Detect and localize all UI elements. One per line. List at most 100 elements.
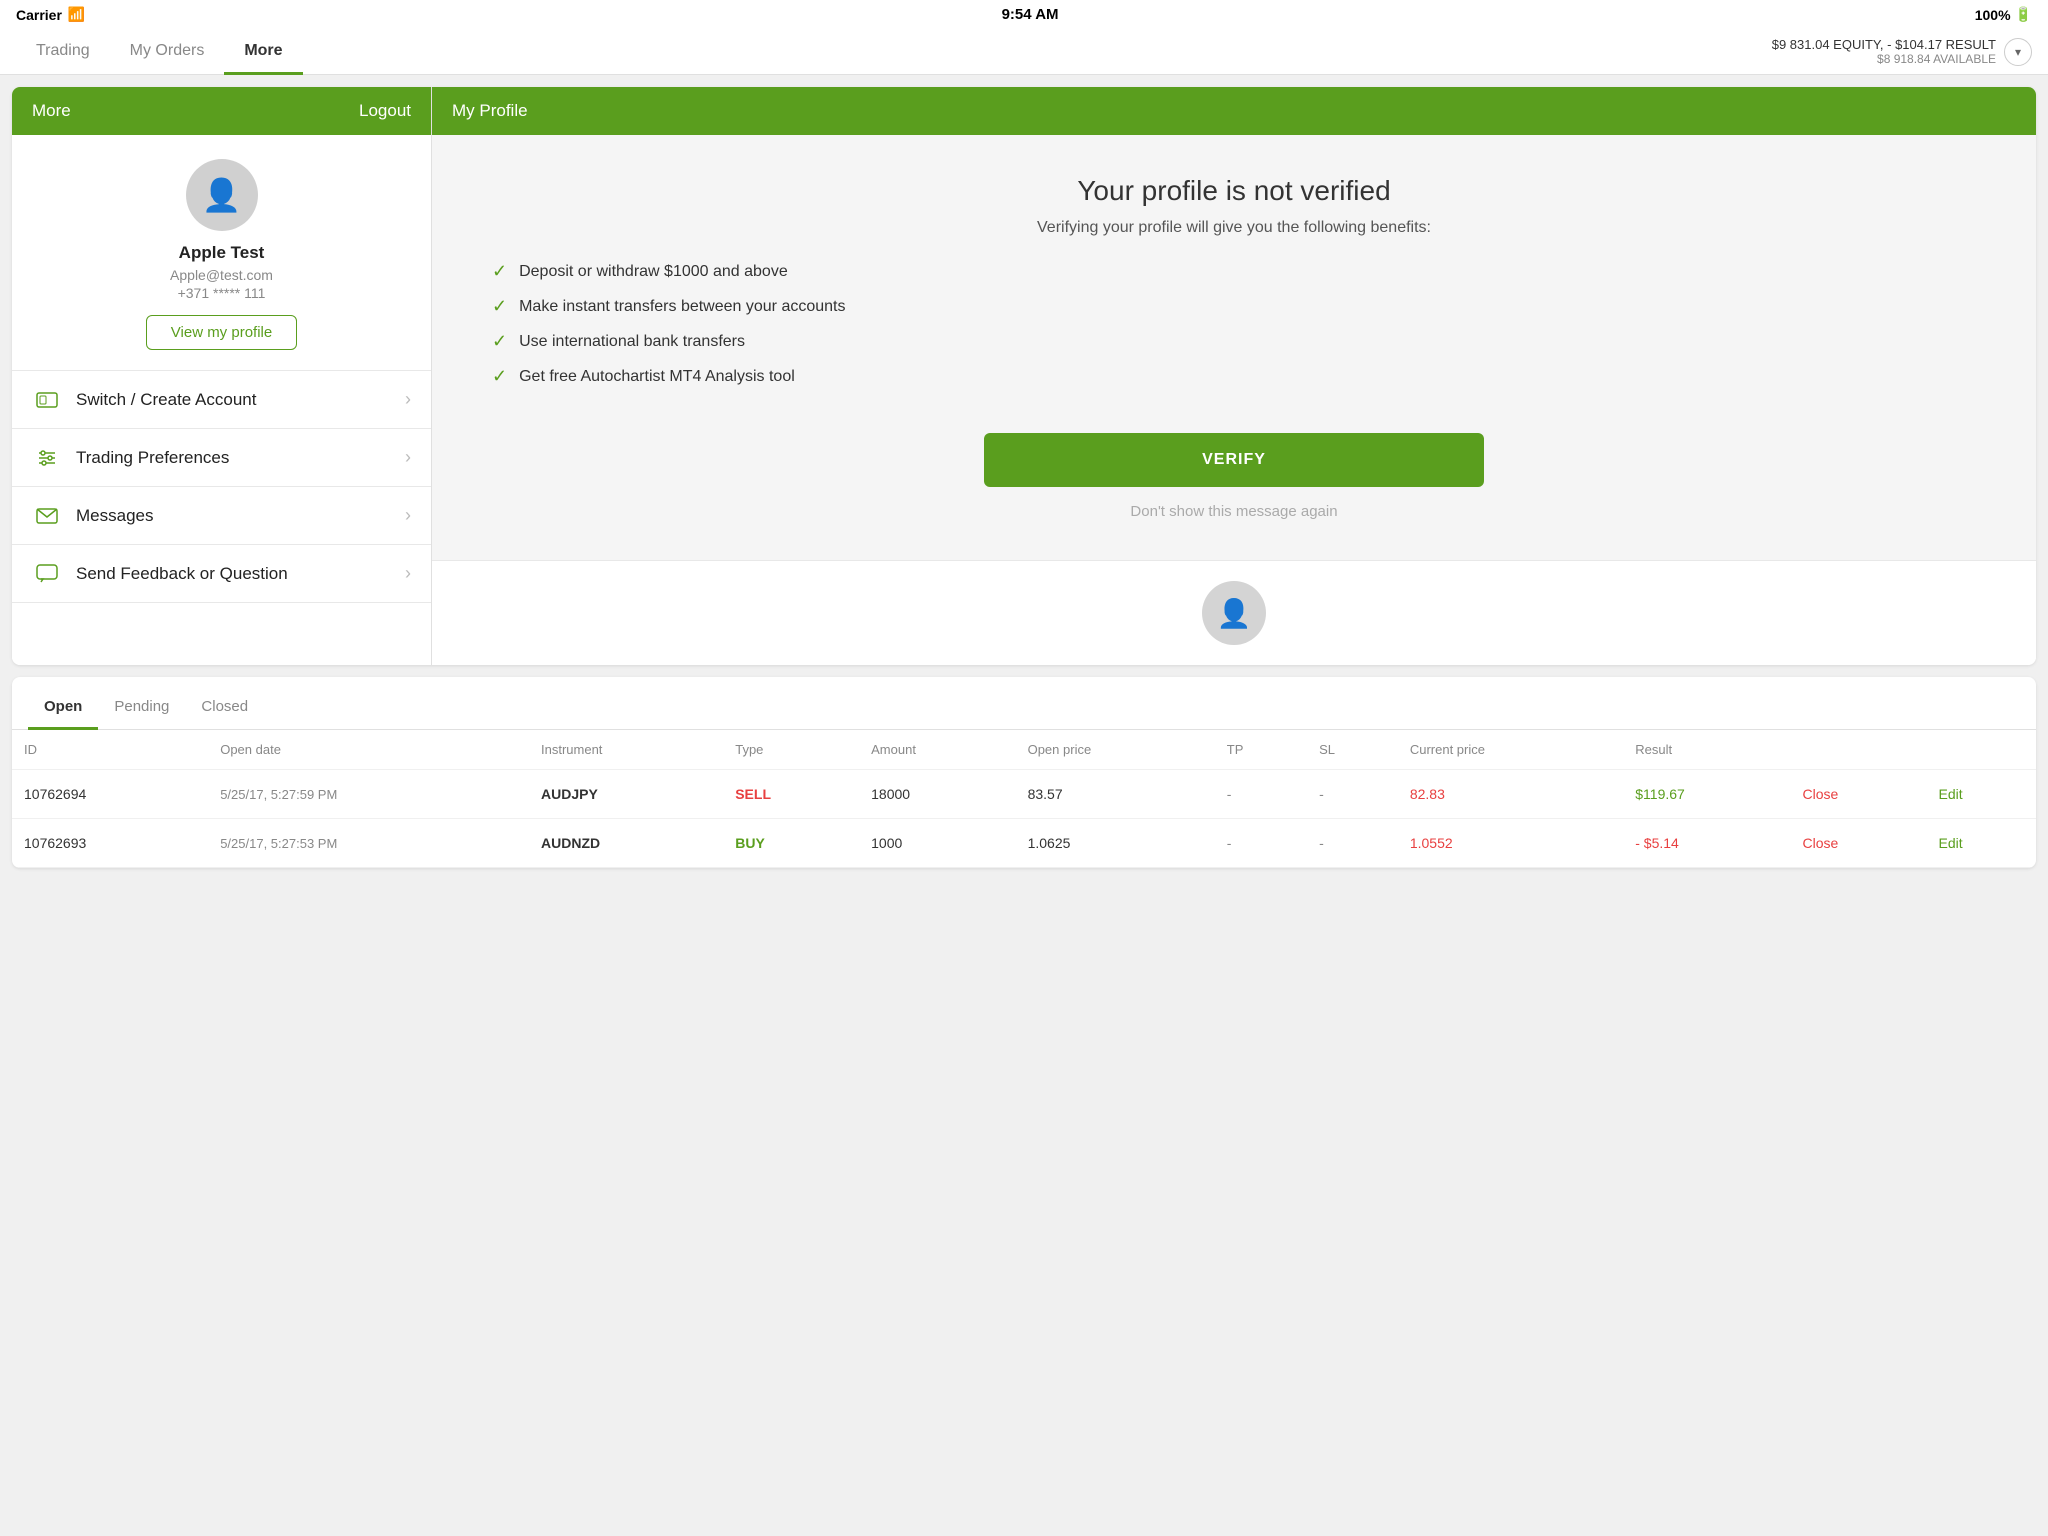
orders-section: Open Pending Closed ID Open date Instrum…: [12, 677, 2036, 868]
profile-content: Your profile is not verified Verifying y…: [432, 135, 2036, 560]
switch-create-icon: [32, 392, 62, 408]
feedback-chevron-icon: ›: [405, 563, 411, 584]
col-sl: SL: [1307, 730, 1398, 770]
account-equity: $9 831.04 EQUITY, - $104.17 RESULT: [1772, 37, 1996, 52]
nav-tabs: Trading My Orders More: [16, 29, 303, 74]
view-profile-button[interactable]: View my profile: [146, 315, 297, 350]
benefits-list: ✓ Deposit or withdraw $1000 and above ✓ …: [492, 261, 1976, 401]
main-container: More Logout 👤 Apple Test Apple@test.com …: [0, 75, 2048, 880]
menu-item-feedback[interactable]: Send Feedback or Question ›: [12, 545, 431, 603]
account-dropdown-button[interactable]: ▾: [2004, 38, 2032, 66]
check-icon-3: ✓: [492, 331, 507, 352]
feedback-label: Send Feedback or Question: [76, 564, 405, 584]
avatar-icon: 👤: [202, 176, 242, 214]
cell-date-0: 5/25/17, 5:27:59 PM: [208, 770, 529, 819]
menu-item-switch-create[interactable]: Switch / Create Account ›: [12, 371, 431, 429]
account-info: $9 831.04 EQUITY, - $104.17 RESULT $8 91…: [1772, 29, 2032, 74]
col-open-price: Open price: [1016, 730, 1215, 770]
battery-icon: 🔋: [2015, 6, 2032, 23]
benefit-text-3: Use international bank transfers: [519, 333, 745, 351]
not-verified-title: Your profile is not verified: [1077, 175, 1390, 207]
feedback-icon: [32, 564, 62, 584]
messages-label: Messages: [76, 506, 405, 526]
cell-type-1: BUY: [723, 819, 859, 868]
cell-current-price-0: 82.83: [1398, 770, 1623, 819]
account-available: $8 918.84 AVAILABLE: [1772, 52, 1996, 66]
verify-button[interactable]: VERIFY: [984, 433, 1484, 487]
cell-id-0: 10762694: [12, 770, 208, 819]
switch-create-chevron-icon: ›: [405, 389, 411, 410]
cell-result-1: - $5.14: [1623, 819, 1790, 868]
menu-item-messages[interactable]: Messages ›: [12, 487, 431, 545]
benefit-item-3: ✓ Use international bank transfers: [492, 331, 1976, 352]
bottom-avatar: 👤: [1202, 581, 1266, 645]
check-icon-2: ✓: [492, 296, 507, 317]
col-result: Result: [1623, 730, 1790, 770]
close-button-1[interactable]: Close: [1803, 835, 1839, 851]
status-carrier: Carrier 📶: [16, 6, 85, 23]
dont-show-label[interactable]: Don't show this message again: [1130, 503, 1337, 520]
cell-instrument-0: AUDJPY: [529, 770, 723, 819]
cell-type-0: SELL: [723, 770, 859, 819]
status-time: 9:54 AM: [1002, 6, 1059, 23]
tab-open[interactable]: Open: [28, 690, 98, 730]
benefit-text-2: Make instant transfers between your acco…: [519, 298, 845, 316]
top-nav: Trading My Orders More $9 831.04 EQUITY,…: [0, 29, 2048, 75]
left-sidebar: More Logout 👤 Apple Test Apple@test.com …: [12, 87, 432, 665]
benefit-item-1: ✓ Deposit or withdraw $1000 and above: [492, 261, 1976, 282]
sidebar-header-title: More: [32, 101, 71, 121]
messages-chevron-icon: ›: [405, 505, 411, 526]
cell-instrument-1: AUDNZD: [529, 819, 723, 868]
status-bar: Carrier 📶 9:54 AM 100% 🔋: [0, 0, 2048, 29]
trading-prefs-icon: [32, 449, 62, 467]
tab-more[interactable]: More: [224, 30, 302, 75]
cell-open-price-0: 83.57: [1016, 770, 1215, 819]
benefit-item-4: ✓ Get free Autochartist MT4 Analysis too…: [492, 366, 1976, 387]
edit-button-0[interactable]: Edit: [1938, 786, 1962, 802]
profile-name: Apple Test: [179, 243, 265, 263]
col-amount: Amount: [859, 730, 1015, 770]
cell-id-1: 10762693: [12, 819, 208, 868]
tab-closed[interactable]: Closed: [185, 690, 264, 730]
benefit-item-2: ✓ Make instant transfers between your ac…: [492, 296, 1976, 317]
col-open-date: Open date: [208, 730, 529, 770]
cell-tp-0: -: [1215, 770, 1307, 819]
tab-my-orders[interactable]: My Orders: [110, 30, 225, 75]
table-header-row: ID Open date Instrument Type Amount Open…: [12, 730, 2036, 770]
battery-label: 100%: [1975, 7, 2011, 23]
avatar: 👤: [186, 159, 258, 231]
tab-pending[interactable]: Pending: [98, 690, 185, 730]
cell-result-0: $119.67: [1623, 770, 1790, 819]
cell-open-price-1: 1.0625: [1016, 819, 1215, 868]
cell-date-1: 5/25/17, 5:27:53 PM: [208, 819, 529, 868]
cell-edit-0[interactable]: Edit: [1926, 770, 2036, 819]
orders-table: ID Open date Instrument Type Amount Open…: [12, 730, 2036, 868]
bottom-avatar-icon: 👤: [1217, 597, 1252, 630]
cell-close-1[interactable]: Close: [1791, 819, 1927, 868]
orders-tabs: Open Pending Closed: [12, 677, 2036, 730]
carrier-label: Carrier: [16, 7, 62, 23]
col-current-price: Current price: [1398, 730, 1623, 770]
edit-button-1[interactable]: Edit: [1938, 835, 1962, 851]
check-icon-1: ✓: [492, 261, 507, 282]
col-type: Type: [723, 730, 859, 770]
cell-close-0[interactable]: Close: [1791, 770, 1927, 819]
benefit-text-4: Get free Autochartist MT4 Analysis tool: [519, 368, 795, 386]
upper-panel: More Logout 👤 Apple Test Apple@test.com …: [12, 87, 2036, 665]
cell-current-price-1: 1.0552: [1398, 819, 1623, 868]
status-battery: 100% 🔋: [1975, 6, 2032, 23]
close-button-0[interactable]: Close: [1803, 786, 1839, 802]
logout-button[interactable]: Logout: [359, 101, 411, 121]
trading-prefs-label: Trading Preferences: [76, 448, 405, 468]
cell-amount-0: 18000: [859, 770, 1015, 819]
check-icon-4: ✓: [492, 366, 507, 387]
profile-section: 👤 Apple Test Apple@test.com +371 ***** 1…: [12, 135, 431, 371]
table-row: 10762693 5/25/17, 5:27:53 PM AUDNZD BUY …: [12, 819, 2036, 868]
tab-trading[interactable]: Trading: [16, 30, 110, 75]
switch-create-label: Switch / Create Account: [76, 390, 405, 410]
menu-item-trading-prefs[interactable]: Trading Preferences ›: [12, 429, 431, 487]
not-verified-subtitle: Verifying your profile will give you the…: [1037, 219, 1431, 237]
profile-email: Apple@test.com: [170, 267, 273, 283]
bottom-avatar-area: 👤: [432, 560, 2036, 665]
cell-edit-1[interactable]: Edit: [1926, 819, 2036, 868]
